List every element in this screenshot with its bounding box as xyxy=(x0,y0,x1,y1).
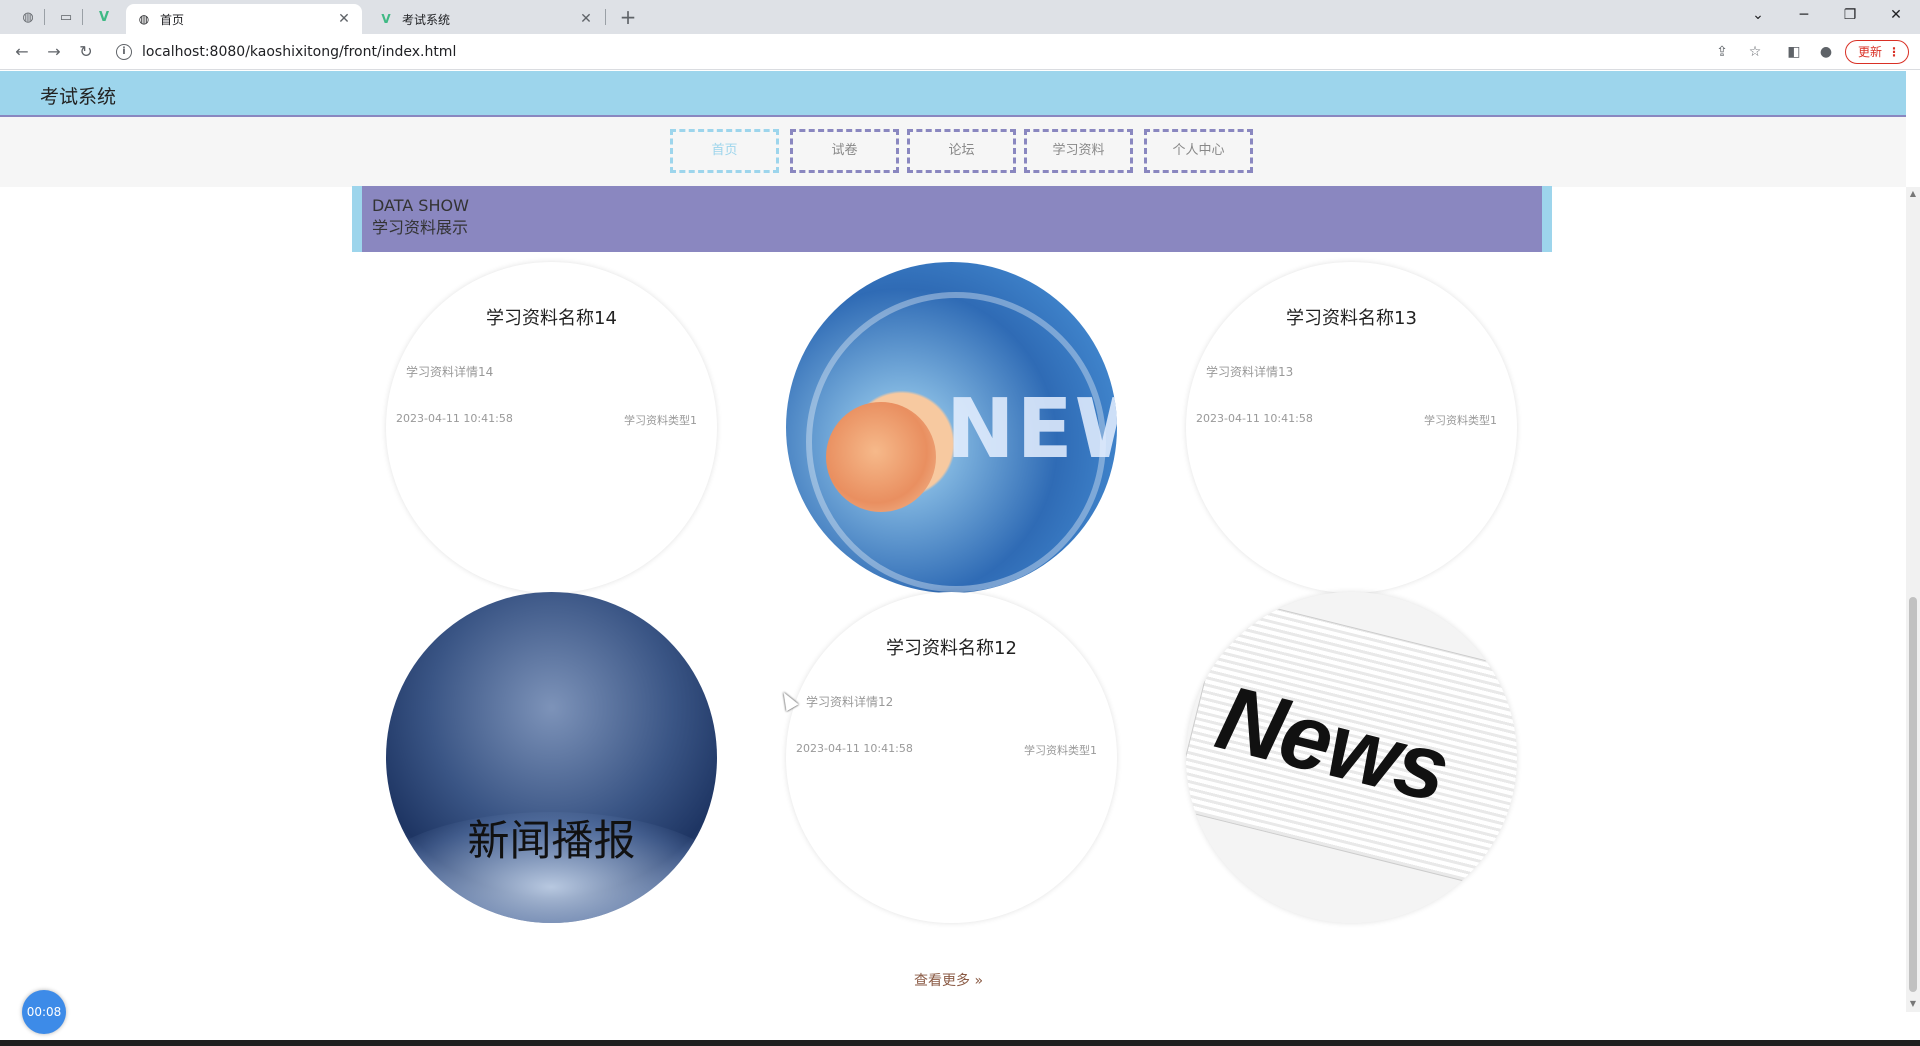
globe-icon[interactable]: ◍ xyxy=(18,7,38,27)
nav-item-profile[interactable]: 个人中心 xyxy=(1144,129,1253,173)
update-button[interactable]: 更新 ⋮ xyxy=(1845,40,1909,64)
card-type: 学习资料类型1 xyxy=(624,414,697,427)
view-more-link[interactable]: 查看更多 » xyxy=(914,970,983,990)
update-label: 更新 xyxy=(1858,45,1883,59)
tab-separator xyxy=(605,9,606,25)
side-panel-icon[interactable]: ◧ xyxy=(1784,42,1804,62)
material-card-image-broadcast[interactable]: 新闻播报 xyxy=(386,592,717,923)
kebab-menu-icon[interactable]: ⋮ xyxy=(1888,41,1900,63)
tab-separator xyxy=(82,9,83,25)
tab-separator xyxy=(44,9,45,25)
blank-page-icon[interactable]: ▭ xyxy=(56,7,76,27)
scroll-down-arrow-icon[interactable]: ▼ xyxy=(1906,999,1920,1008)
card-type: 学习资料类型1 xyxy=(1424,414,1497,427)
globe-word: NEW xyxy=(946,382,1117,477)
card-date: 2023-04-11 10:41:58 xyxy=(396,412,513,425)
main-nav: 首页 试卷 论坛 学习资料 个人中心 xyxy=(0,117,1906,187)
card-detail: 学习资料详情12 xyxy=(806,695,894,709)
section-title-zh: 学习资料展示 xyxy=(372,218,469,237)
globe-icon: ◍ xyxy=(138,12,150,26)
nav-item-home[interactable]: 首页 xyxy=(670,129,779,173)
tab-search-chevron-icon[interactable]: ⌄ xyxy=(1736,0,1780,30)
bookmark-star-icon[interactable]: ☆ xyxy=(1745,42,1765,62)
profile-avatar-icon[interactable]: ● xyxy=(1816,42,1836,62)
back-arrow-icon[interactable]: ← xyxy=(10,40,34,64)
card-title: 学习资料名称13 xyxy=(1286,308,1417,329)
recording-timer-badge[interactable]: 00:08 xyxy=(22,990,66,1034)
info-icon[interactable]: i xyxy=(116,44,132,60)
card-title: 学习资料名称12 xyxy=(886,638,1017,659)
browser-toolbar: ← → ↻ i localhost:8080/kaoshixitong/fron… xyxy=(0,34,1920,70)
material-card-image-news[interactable]: News xyxy=(1186,592,1517,923)
section-heading: DATA SHOW 学习资料展示 xyxy=(352,186,1552,252)
scroll-up-arrow-icon[interactable]: ▲ xyxy=(1906,189,1920,198)
material-card[interactable]: 学习资料名称12 学习资料详情12 2023-04-11 10:41:58 学习… xyxy=(786,592,1117,923)
material-card[interactable]: 学习资料名称13 学习资料详情13 2023-04-11 10:41:58 学习… xyxy=(1186,262,1517,593)
tab-title: 考试系统 xyxy=(402,12,451,27)
browser-tab-bar: ◍ ▭ V ◍ 首页 ✕ V 考试系统 ✕ + ⌄ ─ ❐ ✕ xyxy=(0,0,1920,34)
nav-item-papers[interactable]: 试卷 xyxy=(790,129,899,173)
url-text[interactable]: localhost:8080/kaoshixitong/front/index.… xyxy=(142,44,456,60)
site-header: 考试系统 xyxy=(0,71,1906,117)
tab-exam-system[interactable]: V 考试系统 ✕ xyxy=(368,4,604,34)
scrollbar-thumb[interactable] xyxy=(1909,597,1917,992)
tab-home[interactable]: ◍ 首页 ✕ xyxy=(126,4,362,34)
site-title: 考试系统 xyxy=(40,86,117,108)
close-icon[interactable]: ✕ xyxy=(578,11,594,27)
close-icon[interactable]: ✕ xyxy=(336,11,352,27)
share-icon[interactable]: ⇪ xyxy=(1712,42,1732,62)
nav-item-materials[interactable]: 学习资料 xyxy=(1024,129,1133,173)
card-date: 2023-04-11 10:41:58 xyxy=(796,742,913,755)
restore-button[interactable]: ❐ xyxy=(1828,0,1872,30)
vue-logo-icon: V xyxy=(381,12,391,26)
card-date: 2023-04-11 10:41:58 xyxy=(1196,412,1313,425)
nav-item-forum[interactable]: 论坛 xyxy=(907,129,1016,173)
section-title-en: DATA SHOW xyxy=(372,196,469,215)
broadcast-image-text: 新闻播报 xyxy=(467,816,636,865)
globe-image xyxy=(826,402,936,512)
card-type: 学习资料类型1 xyxy=(1024,744,1097,757)
tab-title: 首页 xyxy=(160,12,185,27)
page-scrollbar[interactable]: ▲ ▼ xyxy=(1906,187,1920,1012)
card-title: 学习资料名称14 xyxy=(486,308,617,329)
reload-icon[interactable]: ↻ xyxy=(74,40,98,64)
bottom-bar xyxy=(0,1040,1920,1046)
card-detail: 学习资料详情14 xyxy=(406,365,494,379)
material-card-image-globe[interactable]: NEW xyxy=(786,262,1117,593)
forward-arrow-icon[interactable]: → xyxy=(42,40,66,64)
material-card[interactable]: 学习资料名称14 学习资料详情14 2023-04-11 10:41:58 学习… xyxy=(386,262,717,593)
vue-logo-icon[interactable]: V xyxy=(94,7,114,27)
minimize-button[interactable]: ─ xyxy=(1782,0,1826,30)
new-tab-button[interactable]: + xyxy=(616,5,640,29)
address-bar[interactable]: i localhost:8080/kaoshixitong/front/inde… xyxy=(110,38,1770,66)
card-detail: 学习资料详情13 xyxy=(1206,365,1294,379)
window-close-button[interactable]: ✕ xyxy=(1874,0,1918,30)
